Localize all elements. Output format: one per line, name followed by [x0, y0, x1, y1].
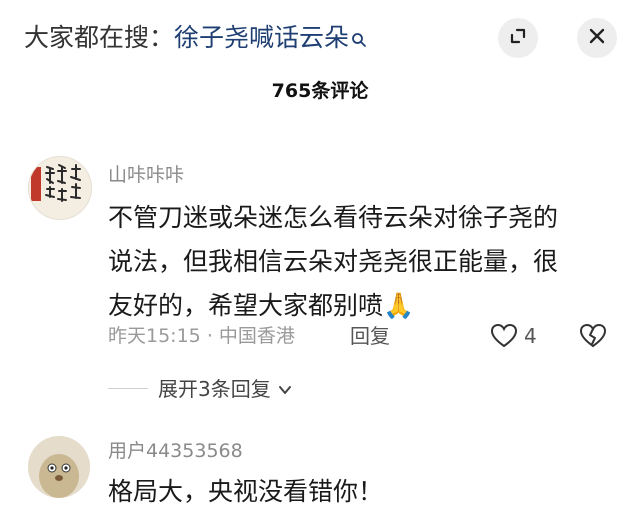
search-suggestion[interactable]: 大家都在搜：徐子尧喊话云朵: [24, 20, 367, 58]
comment-content-line: 说法，但我相信云朵对尧尧很正能量，很: [108, 247, 559, 276]
like-count: 4: [524, 324, 537, 348]
comment-content: 不管刀迷或朵迷怎么看待云朵对徐子尧的 说法，但我相信云朵对尧尧很正能量，很 友好…: [108, 196, 608, 328]
comment-content-line: 不管刀迷或朵迷怎么看待云朵对徐子尧的: [108, 203, 559, 232]
comment-username[interactable]: 山咔咔咔: [108, 162, 184, 188]
comment-time: 昨天15:15: [108, 325, 201, 347]
avatar[interactable]: [28, 156, 92, 220]
expand-replies-button[interactable]: 展开3条回复: [158, 375, 293, 405]
comment-meta: 昨天15:15 · 中国香港: [108, 322, 295, 350]
broken-heart-icon: [579, 323, 607, 348]
expand-replies-label: 展开3条回复: [158, 377, 271, 401]
reply-button[interactable]: 回复: [350, 322, 390, 350]
comment-username[interactable]: 用户44353568: [108, 438, 243, 464]
avatar[interactable]: [28, 436, 90, 498]
meta-separator: ·: [206, 325, 213, 347]
close-button[interactable]: [577, 18, 617, 58]
comment-location: 中国香港: [218, 325, 295, 347]
search-icon: [351, 22, 367, 58]
divider: [108, 388, 148, 389]
praying-hands-emoji: 🙏: [383, 291, 415, 320]
search-suggestion-keyword[interactable]: 徐子尧喊话云朵: [174, 23, 349, 52]
expand-button[interactable]: [498, 18, 538, 58]
comment-count-title: 765条评论: [271, 80, 369, 102]
comment-content: 格局大，央视没看错你！: [108, 477, 384, 506]
calligraphy-avatar-image: [29, 157, 91, 219]
dislike-button[interactable]: [579, 322, 607, 350]
like-button[interactable]: [490, 322, 518, 350]
chevron-down-icon: [277, 377, 293, 405]
cartoon-avatar-image: [28, 436, 90, 498]
heart-icon: [490, 323, 518, 348]
close-icon: [587, 26, 607, 50]
search-suggestion-label: 大家都在搜：: [24, 23, 175, 52]
expand-icon: [508, 26, 528, 50]
comment-content-text: 友好的，希望大家都别喷: [108, 291, 384, 320]
